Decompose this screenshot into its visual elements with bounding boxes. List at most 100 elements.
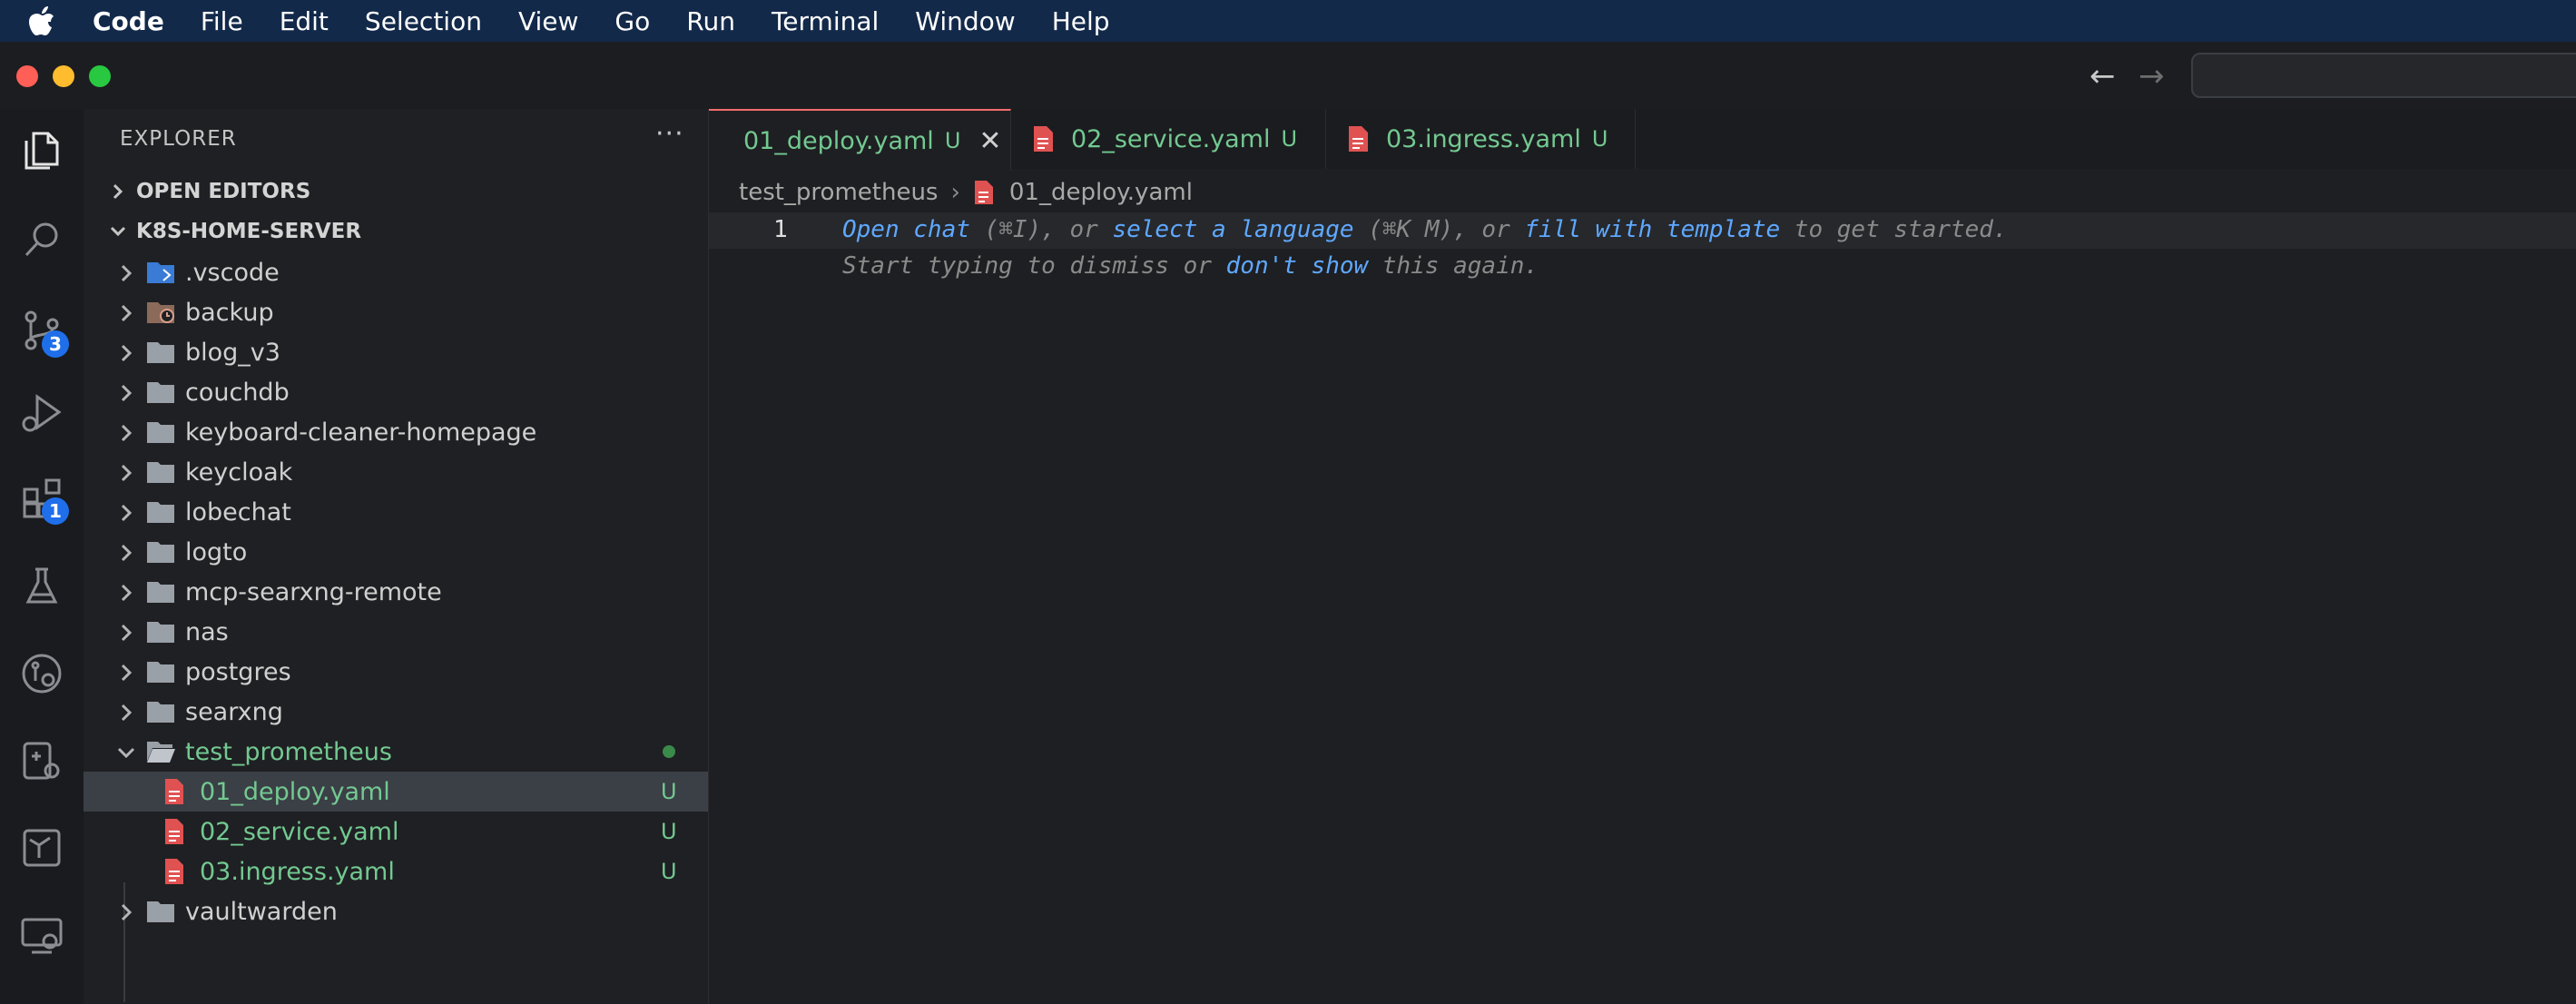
chevron-right-icon: › [950,179,960,206]
dont-show-link[interactable]: don't show [1226,252,1369,280]
menu-selection[interactable]: Selection [365,6,482,36]
apple-logo-icon[interactable] [27,4,69,38]
folder-icon [145,658,176,685]
tree-item-label: postgres [185,657,291,686]
tree-item-vscode[interactable]: .vscode [84,252,708,292]
untracked-dot-icon [663,745,675,758]
go-back-icon[interactable]: ← [2089,58,2116,94]
remote-explorer-icon[interactable] [16,910,67,960]
yaml-file-icon [1031,125,1057,153]
tab-status: U [1591,126,1608,152]
tree-item-label: keyboard-cleaner-homepage [185,418,537,447]
yaml-file-icon [158,818,189,845]
folder-icon [145,379,176,406]
close-icon[interactable]: ✕ [978,125,1001,157]
chevron-right-icon [116,621,138,643]
breadcrumb-file[interactable]: 01_deploy.yaml [1009,179,1193,206]
folder-icon [145,458,176,486]
tree-item-mcp-searxng-remote[interactable]: mcp-searxng-remote [84,572,708,612]
open-chat-link[interactable]: Open chat [842,216,970,243]
git-status-badge: U [661,819,677,844]
tree-item-label: keycloak [185,458,293,487]
tab-03-ingress[interactable]: 03.ingress.yaml U [1326,109,1636,169]
tree-item-label: 01_deploy.yaml [200,777,390,806]
menu-window[interactable]: Window [915,6,1015,36]
tree-item-label: 03.ingress.yaml [200,857,395,886]
tree-item-backup[interactable]: backup [84,292,708,332]
testing-icon[interactable] [16,561,67,612]
files-icon[interactable] [16,123,67,174]
menu-help[interactable]: Help [1052,6,1110,36]
tree-item-label: mcp-searxng-remote [185,577,442,606]
tree-item-label: 02_service.yaml [200,817,399,846]
docker-icon[interactable] [16,735,67,786]
tree-item-label: vaultwarden [185,897,338,926]
yaml-file-icon [158,858,189,885]
tab-label: 03.ingress.yaml [1386,124,1581,153]
breadcrumb-folder[interactable]: test_prometheus [739,179,938,206]
search-icon[interactable] [16,214,67,265]
tree-item-vaultwarden[interactable]: vaultwarden [84,891,708,931]
menu-edit[interactable]: Edit [280,6,329,36]
open-editors-label: OPEN EDITORS [136,180,311,203]
explorer-sidebar: EXPLORER ··· OPEN EDITORS K8S-HOME-SERVE… [84,109,709,1004]
menu-run[interactable]: Run [686,6,735,36]
line-number: 1 [773,216,788,243]
tree-item-logto[interactable]: logto [84,532,708,572]
fill-template-link[interactable]: fill with template [1524,216,1780,243]
menu-go[interactable]: Go [615,6,650,36]
window-maximize-button[interactable] [89,65,111,87]
tree-item-keyboard-cleaner-homepage[interactable]: keyboard-cleaner-homepage [84,412,708,452]
run-debug-icon[interactable] [16,387,67,438]
more-actions-icon[interactable]: ··· [655,118,684,150]
tree-item-postgres[interactable]: postgres [84,652,708,692]
extensions-badge: 1 [42,497,69,525]
macos-menubar: Code File Edit Selection View Go Run Ter… [0,0,2576,42]
folder-open-icon [145,738,176,765]
source-control-badge: 3 [42,330,69,358]
tree-item-test-prometheus[interactable]: test_prometheus [84,732,708,772]
chevron-down-icon [100,222,136,241]
yaml-file-icon [973,180,997,205]
tab-status: U [1281,126,1298,152]
workspace-section[interactable]: K8S-HOME-SERVER [84,212,708,251]
tree-item-02-service[interactable]: 02_service.yaml U [84,812,708,851]
hint-text: this again. [1368,252,1539,280]
chevron-right-icon [100,182,136,201]
tab-02-service[interactable]: 02_service.yaml U [1011,109,1326,169]
menu-file[interactable]: File [201,6,243,36]
tab-01-deploy[interactable]: 01_deploy.yaml U ✕ [709,109,1011,175]
tree-item-keycloak[interactable]: keycloak [84,452,708,492]
tree-item-couchdb[interactable]: couchdb [84,372,708,412]
window-minimize-button[interactable] [53,65,74,87]
tree-item-nas[interactable]: nas [84,612,708,652]
yaml-file-icon [158,778,189,805]
tree-item-01-deploy[interactable]: 01_deploy.yaml U [84,772,708,812]
extensions-icon[interactable]: 1 [16,472,69,525]
command-center-search[interactable] [2191,53,2576,98]
tab-label: 02_service.yaml [1071,124,1271,153]
menu-terminal[interactable]: Terminal [772,6,879,36]
git-graph-icon[interactable] [16,648,67,699]
tree-item-03-ingress[interactable]: 03.ingress.yaml U [84,851,708,891]
tree-item-label: searxng [185,697,283,726]
menu-view[interactable]: View [518,6,578,36]
go-forward-icon[interactable]: → [2138,58,2165,94]
vscode-folder-icon [145,259,176,286]
select-language-link[interactable]: select a language [1112,216,1353,243]
explorer-title: EXPLORER [120,127,237,151]
menu-app-name[interactable]: Code [93,6,164,36]
chevron-down-icon [116,741,138,763]
tree-item-lobechat[interactable]: lobechat [84,492,708,532]
source-control-icon[interactable]: 3 [16,305,69,358]
open-editors-section[interactable]: OPEN EDITORS [84,172,708,211]
tree-item-searxng[interactable]: searxng [84,692,708,732]
folder-icon [145,498,176,526]
chevron-right-icon [116,381,138,403]
tree-item-label: couchdb [185,378,290,407]
window-titlebar: ← → [0,42,2576,110]
git-status-badge: U [661,779,677,804]
window-close-button[interactable] [16,65,38,87]
kubernetes-icon[interactable] [16,822,67,873]
tree-item-blog-v3[interactable]: blog_v3 [84,332,708,372]
